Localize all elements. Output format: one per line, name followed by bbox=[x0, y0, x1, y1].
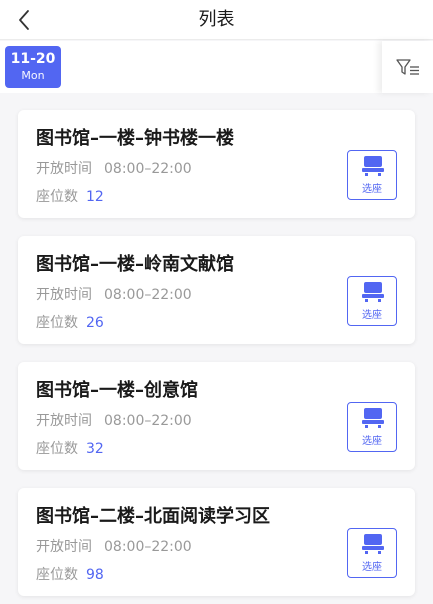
seat-count-label: 座位数 bbox=[36, 567, 78, 583]
seat-icon bbox=[362, 282, 384, 302]
room-name: 图书馆–一楼–创意馆 bbox=[36, 380, 198, 401]
open-time-row: 开放时间 08:00–22:00 bbox=[36, 410, 192, 430]
select-seat-label: 选座 bbox=[362, 562, 382, 573]
date-chip-selected[interactable]: 11-20 Mon bbox=[5, 46, 61, 88]
select-seat-button[interactable]: 选座 bbox=[347, 150, 397, 200]
room-card[interactable]: 图书馆–一楼–岭南文献馆 开放时间 08:00–22:00 座位数 26 选座 bbox=[18, 236, 415, 344]
filter-list-icon bbox=[395, 59, 419, 75]
open-time-value: 08:00–22:00 bbox=[104, 161, 192, 177]
filter-button[interactable] bbox=[382, 41, 433, 93]
select-seat-label: 选座 bbox=[362, 184, 382, 195]
seat-count-row: 座位数 12 bbox=[36, 186, 104, 206]
seat-count-label: 座位数 bbox=[36, 441, 78, 457]
date-chip-weekday: Mon bbox=[21, 69, 45, 82]
select-seat-button[interactable]: 选座 bbox=[347, 276, 397, 326]
open-time-row: 开放时间 08:00–22:00 bbox=[36, 284, 192, 304]
open-time-value: 08:00–22:00 bbox=[104, 413, 192, 429]
chevron-left-icon bbox=[19, 10, 29, 30]
seat-icon bbox=[362, 534, 384, 554]
room-name: 图书馆–一楼–岭南文献馆 bbox=[36, 254, 234, 275]
open-time-value: 08:00–22:00 bbox=[104, 539, 192, 555]
seat-count-value: 32 bbox=[86, 441, 104, 457]
open-time-row: 开放时间 08:00–22:00 bbox=[36, 536, 192, 556]
open-time-row: 开放时间 08:00–22:00 bbox=[36, 158, 192, 178]
select-seat-button[interactable]: 选座 bbox=[347, 528, 397, 578]
seat-icon bbox=[362, 408, 384, 428]
seat-count-row: 座位数 32 bbox=[36, 438, 104, 458]
seat-count-row: 座位数 98 bbox=[36, 564, 104, 584]
room-card[interactable]: 图书馆–二楼–北面阅读学习区 开放时间 08:00–22:00 座位数 98 选座 bbox=[18, 488, 415, 596]
date-chip-date: 11-20 bbox=[10, 51, 56, 67]
top-bar: 列表 bbox=[0, 0, 433, 40]
room-card[interactable]: 图书馆–一楼–钟书楼一楼 开放时间 08:00–22:00 座位数 12 选座 bbox=[18, 110, 415, 218]
seat-count-value: 98 bbox=[86, 567, 104, 583]
seat-count-value: 12 bbox=[86, 189, 104, 205]
open-time-value: 08:00–22:00 bbox=[104, 287, 192, 303]
open-time-label: 开放时间 bbox=[36, 287, 92, 303]
room-card[interactable]: 图书馆–一楼–创意馆 开放时间 08:00–22:00 座位数 32 选座 bbox=[18, 362, 415, 470]
select-seat-button[interactable]: 选座 bbox=[347, 402, 397, 452]
open-time-label: 开放时间 bbox=[36, 161, 92, 177]
room-name: 图书馆–一楼–钟书楼一楼 bbox=[36, 128, 234, 149]
select-seat-label: 选座 bbox=[362, 310, 382, 321]
page-title: 列表 bbox=[198, 9, 235, 30]
seat-count-row: 座位数 26 bbox=[36, 312, 104, 332]
open-time-label: 开放时间 bbox=[36, 539, 92, 555]
seat-count-value: 26 bbox=[86, 315, 104, 331]
seat-count-label: 座位数 bbox=[36, 189, 78, 205]
seat-icon bbox=[362, 156, 384, 176]
select-seat-label: 选座 bbox=[362, 436, 382, 447]
open-time-label: 开放时间 bbox=[36, 413, 92, 429]
room-name: 图书馆–二楼–北面阅读学习区 bbox=[36, 506, 270, 527]
date-bar: 11-20 Mon bbox=[0, 41, 433, 93]
back-button[interactable] bbox=[12, 7, 36, 33]
seat-count-label: 座位数 bbox=[36, 315, 78, 331]
